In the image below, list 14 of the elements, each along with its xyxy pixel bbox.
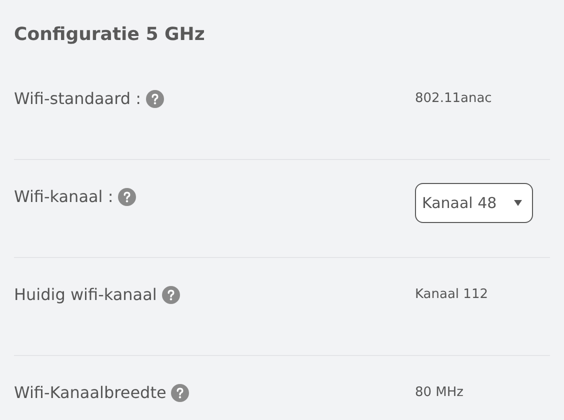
setting-label: Wifi-standaard : [14, 88, 142, 110]
help-icon[interactable] [118, 188, 136, 206]
caret-icon [514, 200, 522, 206]
setting-value: 802.11anac [415, 90, 492, 108]
setting-label: Wifi-Kanaalbreedte [14, 382, 166, 404]
help-icon[interactable] [162, 286, 180, 304]
setting-label: Huidig wifi-kanaal [14, 284, 157, 306]
channel-select[interactable]: Kanaal 48 [415, 183, 533, 223]
section-title: Configuratie 5 GHz [14, 23, 206, 47]
help-icon[interactable] [146, 90, 164, 108]
setting-value: 80 MHz [415, 384, 464, 402]
help-icon[interactable] [171, 384, 190, 402]
setting-value: Kanaal 112 [415, 286, 488, 304]
setting-label: Wifi-kanaal : [14, 186, 114, 208]
